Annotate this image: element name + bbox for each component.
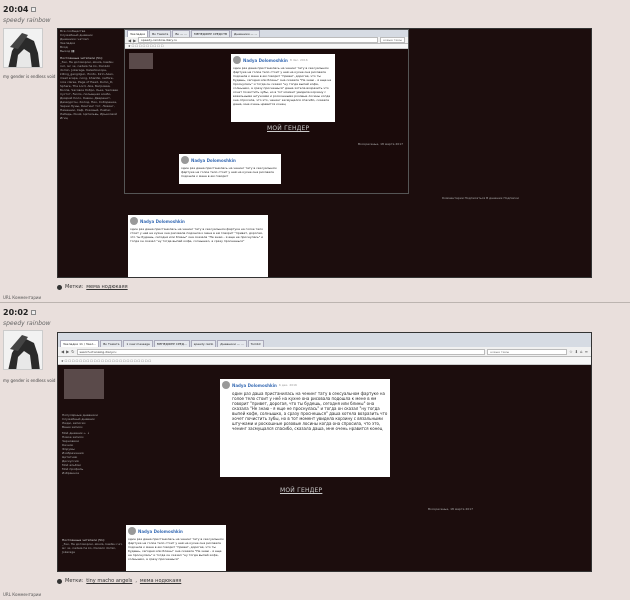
post-heading-link[interactable]: МОЙ ГЕНДЕР	[267, 125, 309, 132]
bookmark-item[interactable]: ★ ☐ ☐ ☐ ☐ ☐ ☐ ☐ ☐ ☐	[128, 44, 163, 48]
tag-icon	[57, 284, 62, 290]
post-tags: Метки: tiny macho angels , мема нодюкаяя	[57, 578, 181, 584]
bookmarks-bar: ★ ☐ ☐ ☐ ☐ ☐ ☐ ☐ ☐ ☐	[125, 44, 408, 49]
card-text: один раз даша пристанилась на ченинг тат…	[128, 537, 224, 561]
post-header: 20:02	[3, 306, 37, 318]
tag-link[interactable]: tiny macho angels	[86, 578, 132, 584]
tab[interactable]: Tumblr	[247, 340, 264, 347]
embedded-screenshot[interactable]: Закладки 11 / Закл... Вк Тамата 1 new me…	[57, 332, 592, 572]
url-input[interactable]: speedy-rainbow.diary.ru	[138, 37, 379, 43]
card-text: один раз даша пристанилась на ченинг тат…	[130, 227, 264, 243]
url-input[interactable]: search.of.analog.diary.ru	[76, 348, 486, 355]
page-sidebar-text-lower: Постоянные читатели (51): _Зэк, Не догов…	[62, 538, 123, 554]
post-divider	[0, 302, 630, 303]
avatar-caption: my gender is endless void	[3, 74, 56, 79]
tab[interactable]: МЕНЕДЖЕР СРЕД...	[153, 340, 190, 347]
tab[interactable]: speedy rainb	[190, 340, 217, 347]
post-url-comments[interactable]: URL Комментарии	[3, 295, 41, 300]
thumbnail-image[interactable]	[64, 369, 104, 399]
avatar[interactable]	[3, 28, 43, 68]
avatar-image	[4, 331, 42, 369]
tag-link[interactable]: мема нодюкаяя	[86, 284, 127, 290]
permalink-icon[interactable]	[31, 6, 37, 12]
page-sidebar-text: Все сообщества Служебный дневник Дневники:…	[60, 29, 119, 120]
card-author[interactable]: Nadya Dolomoshkin	[232, 383, 277, 388]
post-tags: Метки: мема нодюкаяя	[57, 284, 128, 290]
tab[interactable]: Дневники — ...	[217, 340, 247, 347]
reload-icon[interactable]: ↻	[71, 349, 74, 354]
avatar-image	[4, 29, 42, 67]
quote-card-small: Nadya Dolomoshkin один раз даша пристани…	[179, 154, 281, 184]
back-icon[interactable]: ◀	[128, 38, 131, 43]
tags-label: Метки:	[65, 284, 84, 290]
post-header: 20:04	[3, 3, 37, 15]
home-icon[interactable]: ⌂	[580, 349, 583, 354]
search-input[interactable]: новые темы	[380, 37, 405, 43]
address-bar: ◀ ▶ speedy-rainbow.diary.ru новые темы	[125, 37, 408, 44]
post-author[interactable]: speedy rainbow	[3, 320, 51, 327]
tag-link[interactable]: мема нодюкаяя	[140, 578, 181, 584]
quote-card: Nadya Dolomoshkin 6 дек. 2016 один раз д…	[220, 379, 390, 477]
card-text: один раз даша пристанилась на ченинг тат…	[232, 391, 388, 431]
card-avatar	[222, 381, 230, 389]
post-heading-link[interactable]: МОЙ ГЕНДЕР	[280, 487, 322, 494]
card-avatar	[128, 527, 136, 535]
card-text: один раз даша пристанилась на ченинг тат…	[181, 166, 277, 178]
tab[interactable]: 1 new message	[123, 340, 153, 347]
post-time[interactable]: 20:02	[3, 308, 28, 317]
avatar[interactable]	[3, 330, 43, 370]
quote-card: Nadya Dolomoshkin 8 dec. 2016 один раз д…	[231, 54, 335, 122]
menu-icon[interactable]: ≡	[585, 349, 588, 354]
post-1: 20:04 speedy rainbow my gender is endles…	[0, 0, 630, 300]
card-avatar	[130, 217, 138, 225]
post-author[interactable]: speedy rainbow	[3, 17, 51, 24]
tab-bar: Закладки Вк Тамата Вк — ... МЕНЕДЖЕР СРЕ…	[125, 30, 408, 37]
address-bar: ◀ ▶ ↻ search.of.analog.diary.ru новые те…	[58, 347, 591, 357]
page-links[interactable]: Комментарии Подписаться В дневник Подпис…	[442, 196, 519, 200]
card-author[interactable]: Nadya Dolomoshkin	[243, 58, 288, 63]
tab[interactable]: Закладки 11 / Закл...	[60, 340, 100, 347]
card-date: 6 дек. 2016	[278, 383, 297, 387]
card-date: 8 dec. 2016	[289, 58, 308, 62]
post-url-comments[interactable]: URL Комментарии	[3, 592, 41, 597]
page-sidebar-text: Популярные дневники Служебный дневник Люди…	[62, 413, 98, 475]
tab[interactable]: Вк Тамата	[100, 340, 123, 347]
card-author[interactable]: Nadya Dolomoshkin	[140, 219, 185, 224]
quote-card-small: Nadya Dolomoshkin один раз даша пристани…	[126, 525, 226, 571]
tab[interactable]: Закладки	[127, 30, 149, 37]
tag-icon	[57, 578, 62, 584]
tab[interactable]: Дневники — ...	[231, 30, 261, 37]
download-icon[interactable]: ⬇	[575, 349, 578, 354]
search-input[interactable]: новые темы	[487, 348, 568, 355]
tab-bar: Закладки 11 / Закл... Вк Тамата 1 new me…	[58, 333, 591, 347]
tab[interactable]: МЕНЕДЖЕР СРЕДСТВ	[191, 30, 230, 37]
inner-browser: Закладки Вк Тамата Вк — ... МЕНЕДЖЕР СРЕ…	[124, 29, 409, 194]
post-time[interactable]: 20:04	[3, 5, 28, 14]
quote-card-lower: Nadya Dolomoshkin один раз даша пристани…	[128, 215, 268, 277]
tags-label: Метки:	[65, 578, 84, 584]
card-avatar	[181, 156, 189, 164]
thumbnail-image[interactable]	[129, 53, 153, 69]
post-2: 20:02 speedy rainbow my gender is endles…	[0, 304, 630, 600]
card-avatar	[233, 56, 241, 64]
embedded-screenshot[interactable]: Все сообщества Служебный дневник Дневники:…	[57, 28, 592, 278]
back-icon[interactable]: ◀	[61, 349, 64, 354]
bookmarks-bar: ★ ☐ ☐ ☐ ☐ ☐ ☐ ☐ ☐ ☐ ☐ ☐ ☐ ☐ ☐ ☐ ☐ ☐ ☐ ☐ …	[58, 357, 591, 365]
forward-icon[interactable]: ▶	[66, 349, 69, 354]
bookmark-item[interactable]: ★ ☐ ☐ ☐ ☐ ☐ ☐ ☐ ☐ ☐ ☐ ☐ ☐ ☐ ☐ ☐ ☐ ☐ ☐ ☐ …	[61, 359, 151, 363]
card-author[interactable]: Nadya Dolomoshkin	[191, 158, 236, 163]
page-date: Воскресенье, 18 марта 2017	[358, 142, 404, 146]
card-author[interactable]: Nadya Dolomoshkin	[138, 529, 183, 534]
avatar-caption: my gender is endless void	[3, 378, 56, 383]
page-date: Воскресенье, 18 марта 2017	[428, 507, 474, 511]
permalink-icon[interactable]	[31, 309, 37, 315]
card-text: один раз даша пристанилась на ченинг тат…	[233, 66, 332, 106]
forward-icon[interactable]: ▶	[133, 38, 136, 43]
star-icon[interactable]: ☆	[569, 349, 573, 354]
tab[interactable]: Вк Тамата	[149, 30, 172, 37]
tab[interactable]: Вк — ...	[172, 30, 190, 37]
